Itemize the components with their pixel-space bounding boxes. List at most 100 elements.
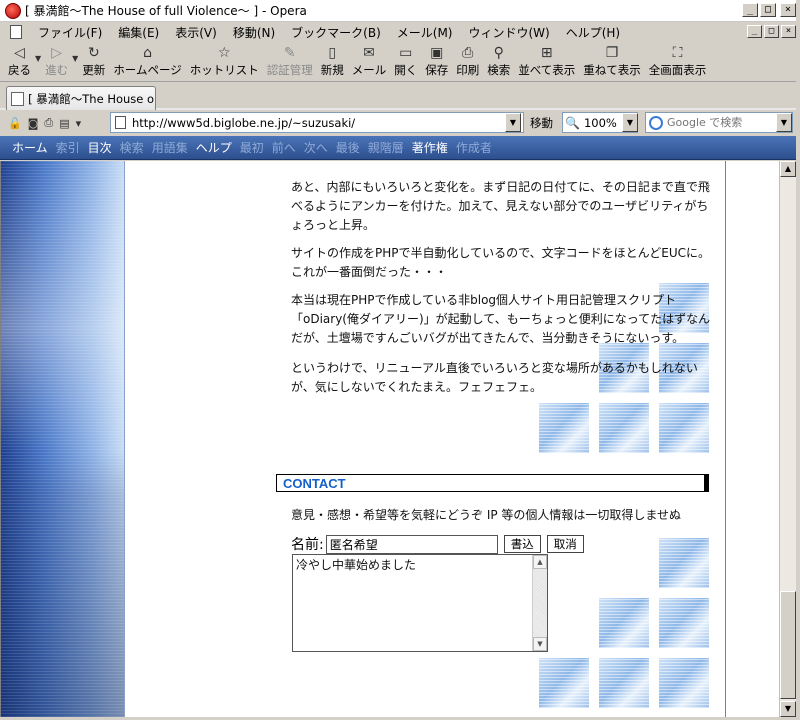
star-icon: ☆ <box>217 45 231 61</box>
diary-paragraph: サイトの作成をPHPで半自動化しているので、文字コードをほとんどEUCに。これが… <box>291 246 711 279</box>
page-window-controls: _ □ × <box>747 25 796 38</box>
minimize-button[interactable]: _ <box>742 3 758 17</box>
page-close-button[interactable]: × <box>781 25 796 38</box>
page-icon <box>115 116 126 129</box>
auth-label: 認証管理 <box>266 63 313 77</box>
document-icon[interactable] <box>10 25 22 39</box>
zoom-dropdown-button[interactable]: ▼ <box>622 113 638 132</box>
open-button[interactable]: ▭ 開く <box>390 42 421 78</box>
contact-heading-text: CONTACT <box>283 475 346 491</box>
textarea-scrollbar[interactable]: ▲ ▼ <box>532 555 547 651</box>
page-icon <box>11 91 25 106</box>
tile-button[interactable]: ⊞ 並べて表示 <box>514 42 579 78</box>
new-button[interactable]: ▯ 新規 <box>317 42 348 78</box>
zoom-magnifier-icon: 🔍 <box>565 115 580 130</box>
nav-help[interactable]: ヘルプ <box>192 139 236 156</box>
diary-paragraph: あと、内部にもいろいろと変化を。まず日記の日付てに、その日記まで直で飛べるように… <box>291 180 710 232</box>
page-minimize-button[interactable]: _ <box>747 25 762 38</box>
menu-help[interactable]: ヘルプ(H) <box>558 24 628 41</box>
nav-parent: 親階層 <box>367 141 404 155</box>
menu-bookmarks[interactable]: ブックマーク(B) <box>283 24 389 41</box>
url-dropdown-button[interactable]: ▼ <box>505 113 521 132</box>
back-button[interactable]: ◁ 戻る <box>4 42 35 78</box>
nav-previous: 前へ <box>271 141 296 155</box>
reload-icon: ↻ <box>87 45 100 61</box>
page-viewport: あと、内部にもいろいろと変化を。まず日記の日付てに、その日記まで直で飛べるように… <box>0 161 779 717</box>
camera-icon[interactable]: ◙ <box>28 117 39 130</box>
menu-edit[interactable]: 編集(E) <box>110 24 167 41</box>
scroll-up-icon[interactable]: ▲ <box>780 161 796 177</box>
scroll-down-arrow-icon[interactable]: ▼ <box>533 637 547 651</box>
page-tab[interactable]: [ 暴満館～The House o... <box>6 86 156 110</box>
nav-home[interactable]: ホーム <box>8 139 52 156</box>
hotlist-button[interactable]: ☆ ホットリスト <box>186 42 263 78</box>
menu-view[interactable]: 表示(V) <box>167 24 225 41</box>
nav-contents[interactable]: 目次 <box>84 139 116 156</box>
nav-search: 検索 <box>119 141 144 155</box>
reload-button[interactable]: ↻ 更新 <box>78 42 109 78</box>
fullscreen-button[interactable]: ⛶ 全画面表示 <box>645 42 711 78</box>
print-small-icon[interactable]: ⎙ <box>44 116 53 130</box>
menu-file[interactable]: ファイル(F) <box>30 24 110 41</box>
window-title: [ 暴満館～The House of full Violence～ ] - Op… <box>25 4 307 18</box>
page-restore-button[interactable]: □ <box>764 25 779 38</box>
url-text[interactable]: http://www5d.biglobe.ne.jp/~suzusaki/ <box>132 116 355 130</box>
sky-tile <box>539 658 589 708</box>
forward-button[interactable]: ▷ 進む <box>41 42 72 78</box>
fullscreen-label: 全画面表示 <box>648 63 707 77</box>
nav-index: 索引 <box>55 141 80 155</box>
back-label: 戻る <box>8 63 31 77</box>
open-label: 開く <box>394 63 418 77</box>
go-button[interactable]: 移動 <box>530 115 553 131</box>
window-small-icon[interactable]: ▤ <box>59 117 69 130</box>
search-input[interactable] <box>667 116 777 129</box>
sky-tile <box>659 538 709 588</box>
folder-icon: ▭ <box>399 45 413 61</box>
message-textarea[interactable]: 冷やし中華始めました ▲ ▼ <box>292 554 548 652</box>
printer-icon: ⎙ <box>462 45 474 61</box>
scroll-thumb[interactable] <box>780 591 796 699</box>
home-icon: ⌂ <box>143 45 152 61</box>
close-button[interactable]: × <box>780 3 796 17</box>
lock-icon[interactable]: 🔓 <box>8 117 22 130</box>
contact-description: 意見・感想・希望等を気軽にどうぞ IP 等の個人情報は一切取得しませぬ <box>291 508 682 522</box>
new-page-icon: ▯ <box>328 45 337 61</box>
opera-logo-icon[interactable] <box>5 2 21 19</box>
print-button[interactable]: ⎙ 印刷 <box>452 42 483 78</box>
nav-copyright[interactable]: 著作権 <box>408 139 452 156</box>
menu-navigate[interactable]: 移動(N) <box>225 24 283 41</box>
find-button[interactable]: ⚲ 検索 <box>483 42 514 78</box>
cascade-button[interactable]: ❐ 重ねて表示 <box>579 42 645 78</box>
menu-bar: ファイル(F) 編集(E) 表示(V) 移動(N) ブックマーク(B) メール(… <box>0 22 800 42</box>
search-dropdown-button[interactable]: ▼ <box>776 113 792 132</box>
cascade-icon: ❐ <box>605 45 619 61</box>
menu-window[interactable]: ウィンドウ(W) <box>460 24 557 41</box>
title-bar: [ 暴満館～The House of full Violence～ ] - Op… <box>0 0 800 22</box>
scroll-down-icon[interactable]: ▼ <box>780 701 796 717</box>
home-button[interactable]: ⌂ ホームページ <box>109 42 185 78</box>
main-toolbar: ◁ 戻る ▼ ▷ 進む ▼ ↻ 更新 ⌂ ホームページ ☆ ホットリスト ✎ 認… <box>0 42 800 82</box>
save-button[interactable]: ▣ 保存 <box>421 42 452 78</box>
search-field[interactable] <box>645 112 793 133</box>
auth-button[interactable]: ✎ 認証管理 <box>263 42 317 78</box>
maximize-button[interactable]: □ <box>760 3 776 17</box>
window-frame <box>796 0 800 720</box>
back-arrow-icon: ◁ <box>14 45 25 61</box>
diary-paragraph: 本当は現在PHPで作成している非blog個人サイト用日記管理スクリプト「oDia… <box>291 293 711 345</box>
home-label: ホームページ <box>113 63 182 77</box>
url-field[interactable]: http://www5d.biglobe.ne.jp/~suzusaki/ <box>110 112 524 133</box>
contact-heading: CONTACT <box>276 474 709 492</box>
address-bar: 🔓 ◙ ⎙ ▤ ▾ http://www5d.biglobe.ne.jp/~su… <box>0 110 800 136</box>
nav-author: 作成者 <box>455 141 492 155</box>
cancel-button[interactable]: 取消 <box>546 535 584 553</box>
mail-button[interactable]: ✉ メール <box>348 42 391 78</box>
panel-dropdown-icon[interactable]: ▾ <box>76 117 82 130</box>
name-input[interactable] <box>325 534 498 554</box>
scroll-up-arrow-icon[interactable]: ▲ <box>533 555 547 569</box>
menu-mail[interactable]: メール(M) <box>389 24 461 41</box>
submit-button[interactable]: 書込 <box>503 535 541 553</box>
sky-tile <box>539 403 589 453</box>
content-border <box>725 161 726 717</box>
find-label: 検索 <box>487 63 511 77</box>
page-scrollbar[interactable]: ▲ ▼ <box>779 161 796 717</box>
